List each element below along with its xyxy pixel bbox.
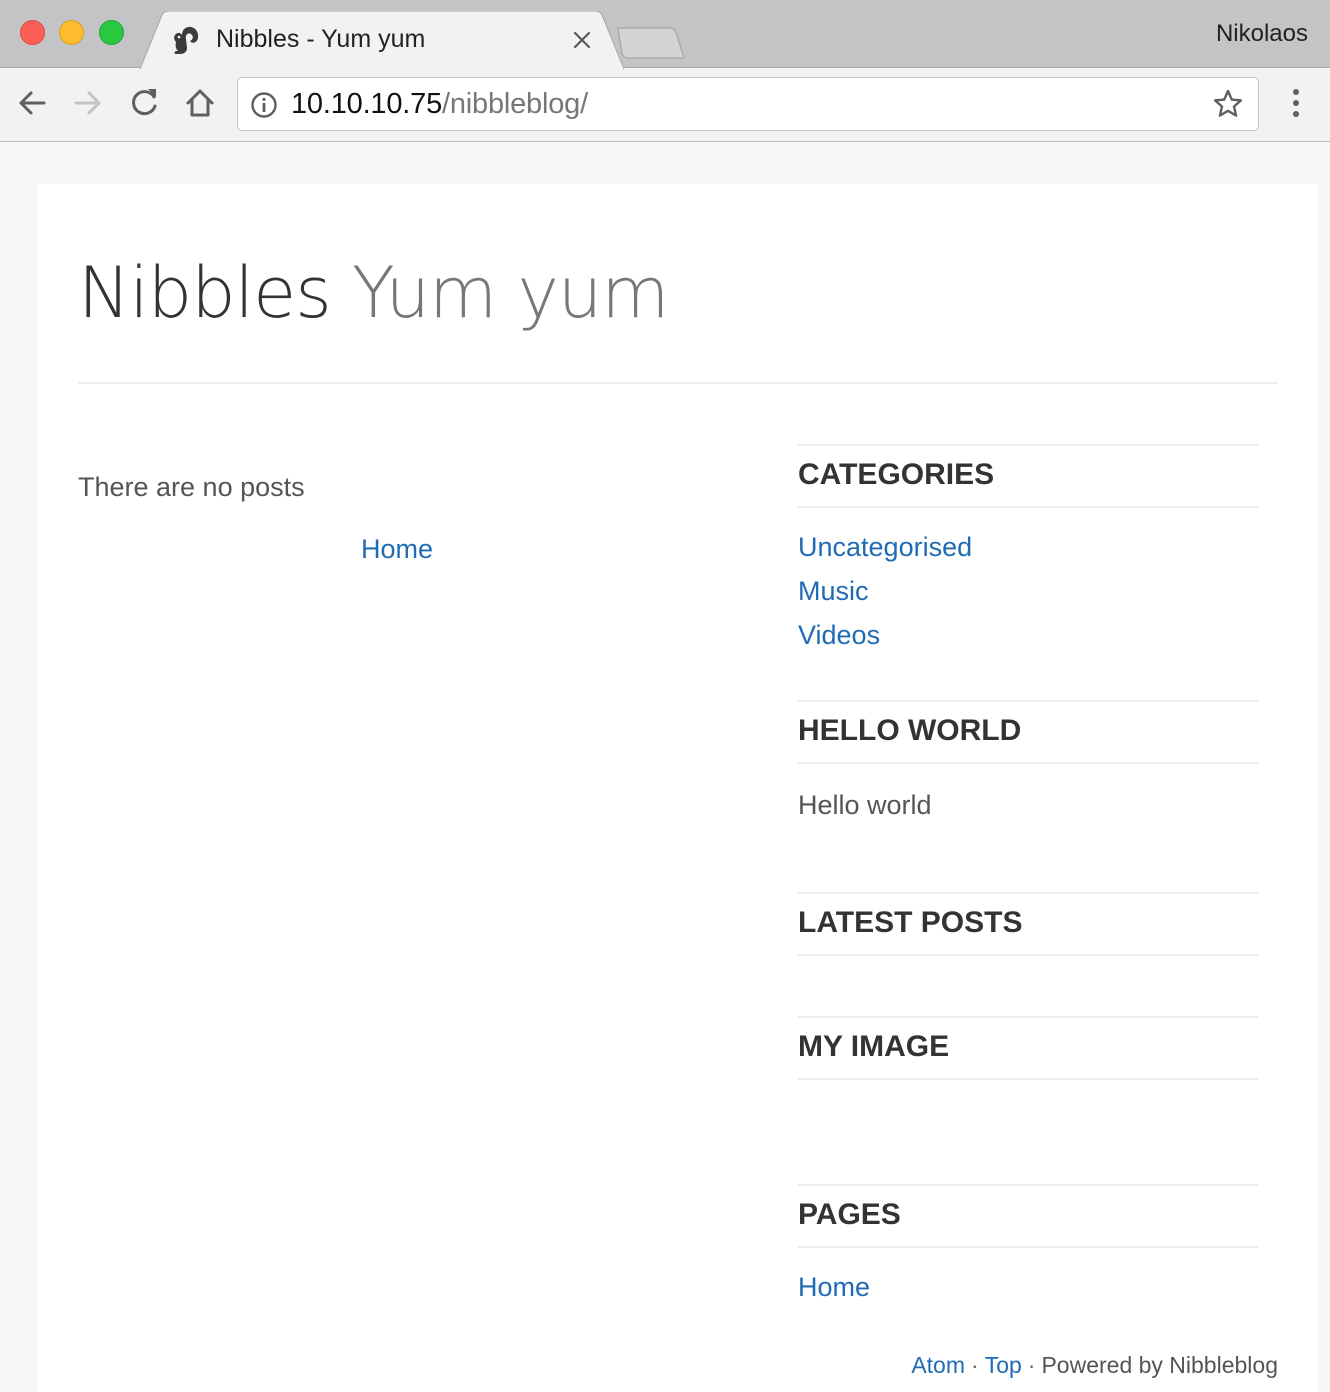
widget-divider [798, 444, 1258, 446]
site-title[interactable]: Nibbles Yum yum [78, 252, 670, 334]
category-link-music[interactable]: Music [798, 576, 869, 607]
minimize-window-button[interactable] [59, 20, 84, 45]
browser-tab-bar: Nibbles - Yum yum Nikolaos [0, 0, 1330, 69]
powered-by-text: Powered by Nibbleblog [1041, 1352, 1278, 1378]
url-text[interactable]: 10.10.10.75/nibbleblog/ [291, 88, 588, 121]
star-icon[interactable] [1212, 88, 1244, 120]
my-image-title: MY IMAGE [798, 1030, 950, 1063]
url-host: 10.10.10.75 [291, 88, 442, 120]
widget-divider [798, 1078, 1258, 1080]
tab-title: Nibbles - Yum yum [216, 25, 426, 53]
widget-divider [798, 892, 1258, 894]
browser-toolbar: 10.10.10.75/nibbleblog/ [0, 69, 1330, 142]
arrow-right-icon[interactable] [70, 85, 106, 121]
maximize-window-button[interactable] [99, 20, 124, 45]
close-window-button[interactable] [20, 20, 45, 45]
widget-divider [798, 1016, 1258, 1018]
widget-divider [798, 700, 1258, 702]
arrow-left-icon[interactable] [14, 85, 50, 121]
widget-divider [798, 1246, 1258, 1248]
more-vert-icon[interactable] [1282, 85, 1310, 121]
widget-divider [798, 762, 1258, 764]
squirrel-favicon-icon [174, 26, 199, 54]
widget-divider [798, 1184, 1258, 1186]
close-icon[interactable] [571, 29, 593, 51]
category-link-videos[interactable]: Videos [798, 620, 880, 651]
site-name: Nibbles [78, 252, 332, 334]
atom-feed-link[interactable]: Atom [911, 1352, 965, 1378]
reload-icon[interactable] [126, 85, 162, 121]
widget-divider [798, 954, 1258, 956]
page-container: Nibbles Yum yum There are no posts Home … [38, 184, 1318, 1392]
info-icon[interactable] [250, 91, 278, 119]
top-link[interactable]: Top [985, 1352, 1022, 1378]
empty-posts-message: There are no posts [78, 472, 305, 502]
hello-world-text: Hello world [798, 790, 932, 820]
widget-divider [798, 506, 1258, 508]
footer-separator: · [971, 1352, 979, 1378]
footer-separator: · [1027, 1352, 1036, 1378]
page-link-home[interactable]: Home [798, 1272, 870, 1303]
new-tab-button[interactable] [614, 26, 686, 60]
active-tab[interactable]: Nibbles - Yum yum [140, 11, 624, 69]
latest-posts-title: LATEST POSTS [798, 906, 1023, 939]
pager-home-link[interactable]: Home [361, 534, 433, 565]
home-icon[interactable] [182, 85, 218, 121]
url-path: /nibbleblog/ [442, 88, 588, 120]
hello-world-title: HELLO WORLD [798, 714, 1022, 747]
footer: Atom · Top · Powered by Nibbleblog [911, 1352, 1278, 1379]
profile-name[interactable]: Nikolaos [1216, 20, 1308, 48]
header-divider [78, 382, 1278, 384]
pages-title: PAGES [798, 1198, 901, 1231]
category-link-uncategorised[interactable]: Uncategorised [798, 532, 972, 563]
categories-title: CATEGORIES [798, 458, 995, 491]
site-slogan: Yum yum [351, 252, 670, 334]
address-bar[interactable]: 10.10.10.75/nibbleblog/ [237, 77, 1259, 131]
